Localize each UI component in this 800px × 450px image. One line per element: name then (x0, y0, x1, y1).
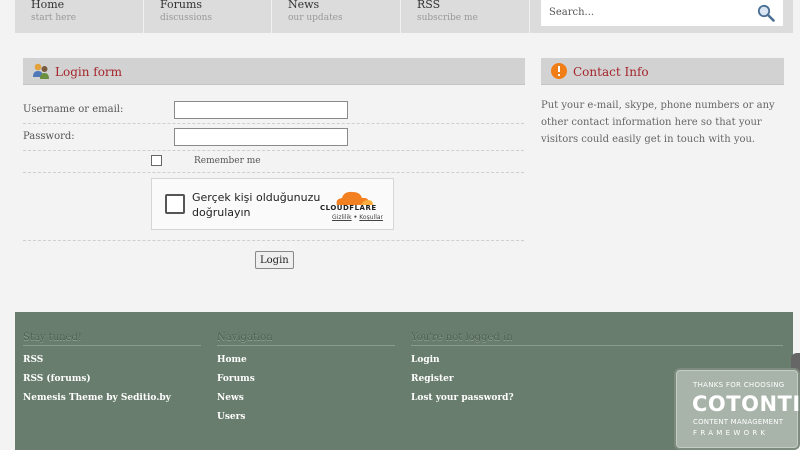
footer-column-navigation: Navigation Home Forums News Users (217, 332, 395, 422)
contact-info-text: Put your e-mail, skype, phone numbers or… (541, 100, 775, 145)
badge-line-3: CONTENT MANAGEMENT (693, 418, 784, 426)
footer-link-news[interactable]: News (217, 393, 395, 403)
footer-link-rss-forums[interactable]: RSS (forums) (23, 374, 201, 384)
nav-item-subtitle: our updates (288, 13, 343, 23)
login-panel-header: Login form (23, 58, 525, 85)
badge-line-4: FRAMEWORK (693, 429, 769, 437)
contact-panel-title: Contact Info (573, 65, 649, 79)
nav-item-home[interactable]: Home start here (15, 0, 144, 33)
password-label: Password: (23, 131, 75, 142)
users-icon (33, 63, 49, 79)
captcha-text: Gerçek kişi olduğunuzu doğrulayın (192, 191, 321, 219)
cotonti-badge[interactable]: THANKS FOR CHOOSING COTONTI CONTENT MANA… (676, 370, 800, 448)
remember-row (23, 151, 524, 173)
username-input[interactable] (174, 101, 348, 119)
badge-line-1: THANKS FOR CHOOSING (693, 381, 785, 389)
footer-link-login[interactable]: Login (411, 355, 783, 365)
nav-item-news[interactable]: News our updates (272, 0, 401, 33)
footer-link-forums[interactable]: Forums (217, 374, 395, 384)
nav-item-forums[interactable]: Forums discussions (144, 0, 272, 33)
nav-item-subtitle: discussions (160, 13, 213, 23)
footer-heading: Navigation (217, 332, 395, 346)
nav-item-rss[interactable]: RSS subscribe me (401, 0, 530, 33)
password-input[interactable] (174, 128, 348, 146)
nav-item-title: News (288, 0, 320, 11)
login-button[interactable]: Login (255, 251, 294, 269)
links-separator: • (353, 214, 358, 221)
badge-brand: COTONTI (692, 392, 800, 416)
nav-item-title: RSS (417, 0, 441, 11)
remember-label: Remember me (194, 156, 261, 166)
login-panel-title: Login form (55, 65, 123, 79)
username-row: Username or email: (23, 97, 524, 124)
search-input[interactable] (549, 0, 754, 25)
info-icon (551, 63, 567, 79)
footer-heading: Stay tuned! (23, 332, 201, 346)
footer-heading: You're not logged in (411, 332, 783, 346)
footer-link-home[interactable]: Home (217, 355, 395, 365)
nav-item-subtitle: start here (31, 13, 77, 23)
captcha-links: Gizlilik • Koşullar (332, 214, 383, 221)
contact-panel-header: Contact Info (541, 58, 784, 85)
footer-link-rss[interactable]: RSS (23, 355, 201, 365)
password-row: Password: (23, 124, 524, 151)
cloudflare-brand: CLOUDFLARE (320, 204, 377, 212)
cloudflare-captcha: Gerçek kişi olduğunuzu doğrulayın CLOUDF… (151, 178, 394, 230)
captcha-row (23, 230, 524, 241)
nav-item-subtitle: subscribe me (417, 13, 478, 23)
search-box (541, 0, 783, 26)
terms-link[interactable]: Koşullar (359, 214, 383, 221)
privacy-link[interactable]: Gizlilik (332, 214, 352, 221)
search-icon[interactable] (757, 4, 775, 22)
footer-link-theme[interactable]: Nemesis Theme by Seditio.by (23, 393, 201, 403)
nav-item-title: Forums (160, 0, 203, 11)
footer-column-stay-tuned: Stay tuned! RSS RSS (forums) Nemesis The… (23, 332, 201, 403)
remember-checkbox[interactable] (151, 155, 162, 166)
nav-item-title: Home (31, 0, 65, 11)
captcha-checkbox[interactable] (165, 194, 185, 214)
footer-link-users[interactable]: Users (217, 412, 395, 422)
username-label: Username or email: (23, 104, 124, 115)
